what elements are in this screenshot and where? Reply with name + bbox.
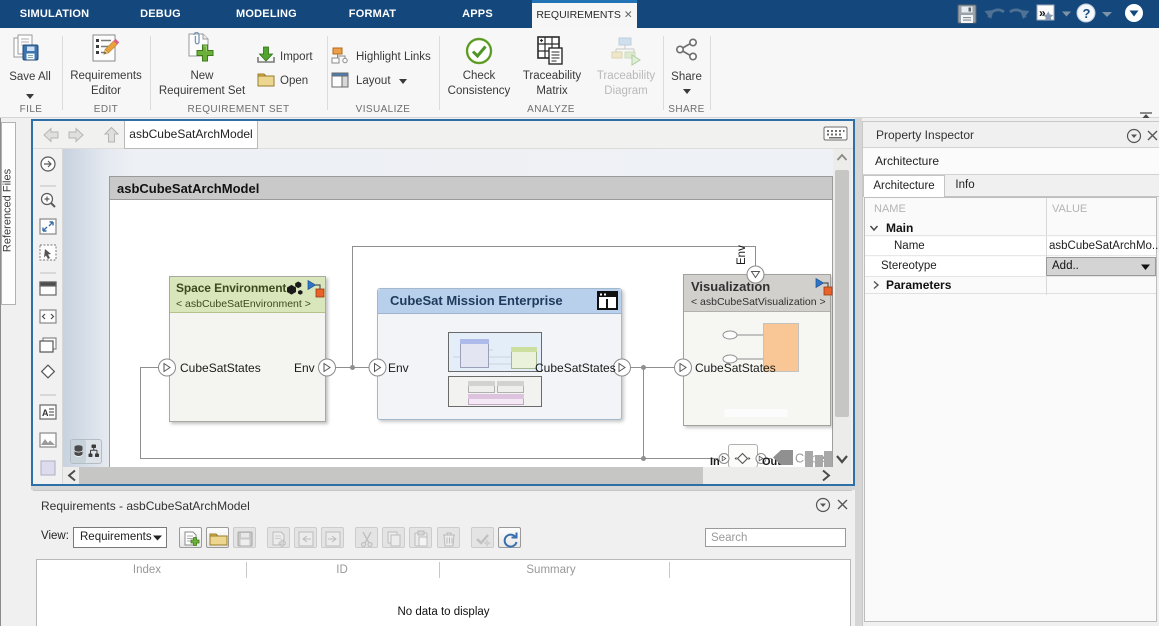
svg-text:?: ? <box>1083 6 1091 21</box>
svg-text:»: » <box>1039 6 1046 20</box>
svg-text:A: A <box>42 408 49 418</box>
